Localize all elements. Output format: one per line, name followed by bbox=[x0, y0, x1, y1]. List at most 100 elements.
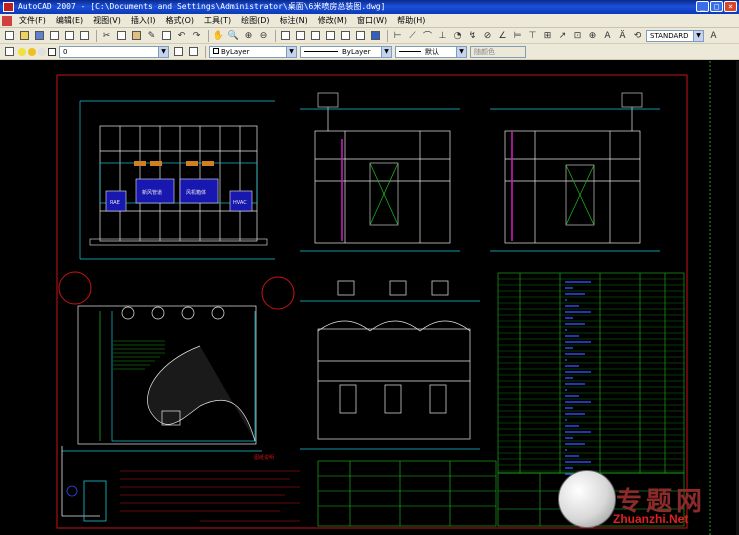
color-select[interactable]: ByLayer ▼ bbox=[209, 45, 297, 58]
cut-icon[interactable]: ✂ bbox=[100, 29, 113, 42]
document-icon[interactable] bbox=[2, 15, 12, 26]
window-title: AutoCAD 2007 - [C:\Documents and Setting… bbox=[18, 2, 386, 11]
zoom-realtime-icon[interactable]: 🔍 bbox=[227, 29, 240, 42]
design-center-icon[interactable] bbox=[294, 29, 307, 42]
dim-angular-icon[interactable]: ∠ bbox=[496, 29, 509, 42]
lineweight-sample-icon bbox=[399, 51, 421, 52]
menu-file[interactable]: 文件(F) bbox=[14, 14, 51, 28]
zoom-previous-icon[interactable]: ⊖ bbox=[257, 29, 270, 42]
layer-on-icon[interactable] bbox=[18, 47, 26, 56]
dim-diameter-icon[interactable]: ⊘ bbox=[481, 29, 494, 42]
detail-callout-1 bbox=[58, 271, 92, 305]
undo-icon[interactable]: ↶ bbox=[175, 29, 188, 42]
plan-view bbox=[62, 305, 262, 452]
paste-icon[interactable] bbox=[130, 29, 143, 42]
dim-text-edit-icon[interactable]: Ä bbox=[616, 29, 629, 42]
copy-icon[interactable] bbox=[115, 29, 128, 42]
ucs-icon bbox=[61, 446, 107, 522]
dim-style-select[interactable]: STANDARD ▼ bbox=[646, 29, 704, 42]
linetype-select[interactable]: ByLayer ▼ bbox=[300, 45, 392, 58]
drawing-canvas[interactable]: RAE 新风管道 风机箱体 HVAC 图纸说明 bbox=[0, 61, 739, 535]
leader-icon[interactable]: ↗ bbox=[556, 29, 569, 42]
dim-ordinate-icon[interactable]: ⊥ bbox=[436, 29, 449, 42]
dim-jogged-icon[interactable]: ↯ bbox=[466, 29, 479, 42]
cad-drawing[interactable]: RAE 新风管道 风机箱体 HVAC 图纸说明 bbox=[0, 61, 739, 535]
save-icon[interactable] bbox=[33, 29, 46, 42]
lineweight-select[interactable]: 默认 ▼ bbox=[395, 45, 467, 58]
side-elevation-view-1 bbox=[300, 92, 460, 252]
layer-color-icon[interactable] bbox=[48, 47, 56, 56]
watermark-url: Zhuanzhi.Net bbox=[613, 512, 689, 526]
menu-view[interactable]: 视图(V) bbox=[88, 14, 126, 28]
menu-tools[interactable]: 工具(T) bbox=[199, 14, 236, 28]
open-file-icon[interactable] bbox=[18, 29, 31, 42]
chevron-down-icon[interactable]: ▼ bbox=[456, 46, 466, 57]
menu-edit[interactable]: 编辑(E) bbox=[51, 14, 88, 28]
close-button[interactable]: × bbox=[724, 1, 737, 12]
drawing-note-title: 图纸说明 bbox=[254, 454, 274, 461]
menu-draw[interactable]: 绘图(D) bbox=[236, 14, 274, 28]
plan-view-hatch bbox=[113, 340, 165, 370]
sheet-set-icon[interactable] bbox=[324, 29, 337, 42]
watermark-logo-icon bbox=[558, 470, 616, 528]
menu-dimension[interactable]: 标注(N) bbox=[275, 14, 313, 28]
tolerance-icon[interactable]: ⊡ bbox=[571, 29, 584, 42]
menu-modify[interactable]: 修改(M) bbox=[313, 14, 352, 28]
dim-radius-icon[interactable]: ◔ bbox=[451, 29, 464, 42]
dim-linear-icon[interactable]: ⊢ bbox=[391, 29, 404, 42]
dim-edit-icon[interactable]: A bbox=[601, 29, 614, 42]
new-file-icon[interactable] bbox=[3, 29, 16, 42]
autocad-app-icon[interactable] bbox=[3, 2, 14, 12]
layer-state-icons bbox=[18, 47, 56, 56]
calculator-icon[interactable] bbox=[354, 29, 367, 42]
print-icon[interactable] bbox=[48, 29, 61, 42]
tool-palettes-icon[interactable] bbox=[309, 29, 322, 42]
standard-toolbar: ✂ ✎ ↶ ↷ ✋ 🔍 ⊕ ⊖ ⊢ ⟋ ⌒ ⊥ ◔ ↯ ⊘ ∠ ⊨ ⊤ ⊞ ↗ … bbox=[0, 28, 739, 44]
rear-elevation-view bbox=[300, 280, 480, 450]
markup-icon[interactable] bbox=[339, 29, 352, 42]
chevron-down-icon[interactable]: ▼ bbox=[286, 46, 296, 57]
chevron-down-icon[interactable]: ▼ bbox=[693, 30, 703, 41]
block-editor-icon[interactable] bbox=[160, 29, 173, 42]
layer-lock-icon[interactable] bbox=[38, 47, 46, 56]
layer-thaw-icon[interactable] bbox=[28, 47, 36, 56]
publish-icon[interactable] bbox=[78, 29, 91, 42]
baseline-dim-icon[interactable]: ⊤ bbox=[526, 29, 539, 42]
minimize-button[interactable]: _ bbox=[696, 1, 709, 12]
menu-format[interactable]: 格式(O) bbox=[160, 14, 199, 28]
layer-previous-icon[interactable] bbox=[187, 45, 200, 58]
dim-style-icon[interactable]: A bbox=[707, 29, 720, 42]
plotstyle-select: 随颜色 bbox=[470, 45, 526, 58]
redo-icon[interactable]: ↷ bbox=[190, 29, 203, 42]
menu-bar: 文件(F) 编辑(E) 视图(V) 插入(I) 格式(O) 工具(T) 绘图(D… bbox=[0, 14, 739, 28]
layer-select[interactable]: 0 ▼ bbox=[59, 45, 169, 58]
chevron-down-icon[interactable]: ▼ bbox=[158, 46, 168, 57]
dim-update-icon[interactable]: ⟲ bbox=[631, 29, 644, 42]
cabinet-label-left: RAE bbox=[110, 200, 120, 206]
menu-window[interactable]: 窗口(W) bbox=[352, 14, 392, 28]
menu-help[interactable]: 帮助(H) bbox=[392, 14, 430, 28]
maximize-button[interactable]: □ bbox=[710, 1, 723, 12]
lineweight-value: 默认 bbox=[425, 47, 439, 56]
center-mark-icon[interactable]: ⊕ bbox=[586, 29, 599, 42]
control-panel-2-label: 风机箱体 bbox=[186, 189, 206, 196]
dim-arc-icon[interactable]: ⌒ bbox=[421, 29, 434, 42]
zoom-window-icon[interactable]: ⊕ bbox=[242, 29, 255, 42]
dim-aligned-icon[interactable]: ⟋ bbox=[406, 29, 419, 42]
quick-dim-icon[interactable]: ⊨ bbox=[511, 29, 524, 42]
chevron-down-icon[interactable]: ▼ bbox=[381, 46, 391, 57]
pan-icon[interactable]: ✋ bbox=[212, 29, 225, 42]
control-panel-1-label: 新风管道 bbox=[142, 189, 162, 196]
continue-dim-icon[interactable]: ⊞ bbox=[541, 29, 554, 42]
notes-block bbox=[120, 470, 300, 522]
menu-insert[interactable]: 插入(I) bbox=[126, 14, 161, 28]
parts-list-rows bbox=[498, 278, 684, 475]
help-icon[interactable] bbox=[369, 29, 382, 42]
layers-properties-toolbar: 0 ▼ ByLayer ▼ ByLayer ▼ 默认 ▼ 随颜色 bbox=[0, 44, 739, 60]
match-properties-icon[interactable]: ✎ bbox=[145, 29, 158, 42]
make-current-icon[interactable] bbox=[172, 45, 185, 58]
cabinet-label-right: HVAC bbox=[233, 200, 247, 206]
layer-manager-icon[interactable] bbox=[3, 45, 16, 58]
properties-icon[interactable] bbox=[279, 29, 292, 42]
preview-icon[interactable] bbox=[63, 29, 76, 42]
